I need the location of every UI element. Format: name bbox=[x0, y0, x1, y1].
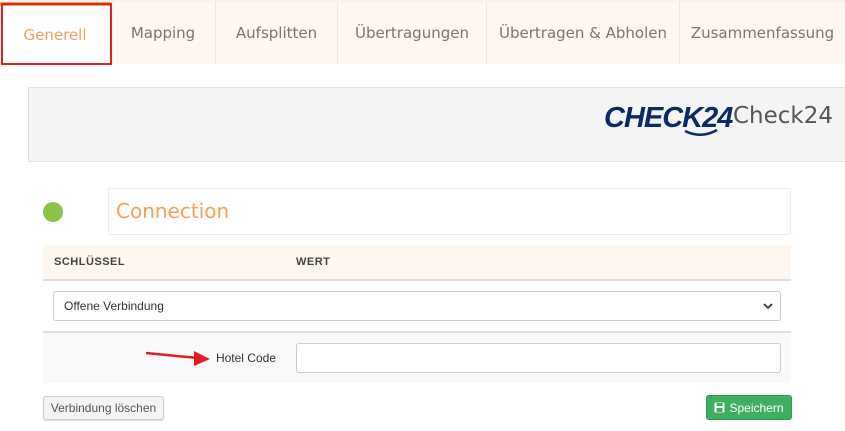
tab-uebertragen-abholen[interactable]: Übertragen & Abholen bbox=[487, 2, 680, 64]
red-arrow-icon bbox=[145, 351, 210, 366]
hotel-code-label: Hotel Code bbox=[215, 351, 276, 365]
delete-connection-button[interactable]: Verbindung löschen bbox=[43, 396, 164, 420]
delete-button-label: Verbindung löschen bbox=[50, 401, 157, 415]
provider-name: Check24 bbox=[733, 103, 834, 129]
connection-type-select[interactable]: Offene Verbindung bbox=[53, 291, 781, 321]
tab-label: Generell bbox=[23, 26, 87, 44]
table-row: Offene Verbindung bbox=[43, 281, 791, 333]
header-key: SCHLÜSSEL bbox=[54, 256, 126, 268]
check24-logo: CHECK24 bbox=[604, 99, 733, 137]
chevron-down-icon bbox=[763, 303, 773, 310]
connection-title: Connection bbox=[116, 199, 230, 223]
select-value: Offene Verbindung bbox=[64, 299, 164, 313]
save-button-label: Speichern bbox=[729, 400, 784, 415]
floppy-disk-icon bbox=[714, 402, 725, 413]
status-indicator bbox=[43, 202, 63, 222]
header-value: WERT bbox=[296, 256, 331, 268]
hotel-code-input[interactable] bbox=[296, 343, 781, 373]
logo-swoosh-icon bbox=[684, 129, 718, 136]
tab-mapping[interactable]: Mapping bbox=[111, 2, 216, 64]
save-button[interactable]: Speichern bbox=[706, 395, 792, 420]
table-header: SCHLÜSSEL WERT bbox=[43, 245, 791, 281]
tab-uebertragungen[interactable]: Übertragungen bbox=[338, 2, 487, 64]
tab-label: Übertragen & Abholen bbox=[499, 24, 667, 42]
tab-bar: Generell Mapping Aufsplitten Übertragung… bbox=[0, 0, 845, 64]
tab-aufsplitten[interactable]: Aufsplitten bbox=[216, 2, 338, 64]
tab-label: Übertragungen bbox=[355, 24, 469, 42]
tab-label: Zusammenfassung bbox=[690, 24, 835, 42]
tab-label: Aufsplitten bbox=[235, 24, 318, 42]
tab-zusammenfassung[interactable]: Zusammenfassung bbox=[680, 2, 845, 64]
tab-generell[interactable]: Generell bbox=[0, 2, 111, 64]
provider-banner: CHECK24 Check24 bbox=[28, 87, 845, 162]
tab-label: Mapping bbox=[130, 24, 196, 42]
connection-header: Connection bbox=[108, 188, 791, 235]
